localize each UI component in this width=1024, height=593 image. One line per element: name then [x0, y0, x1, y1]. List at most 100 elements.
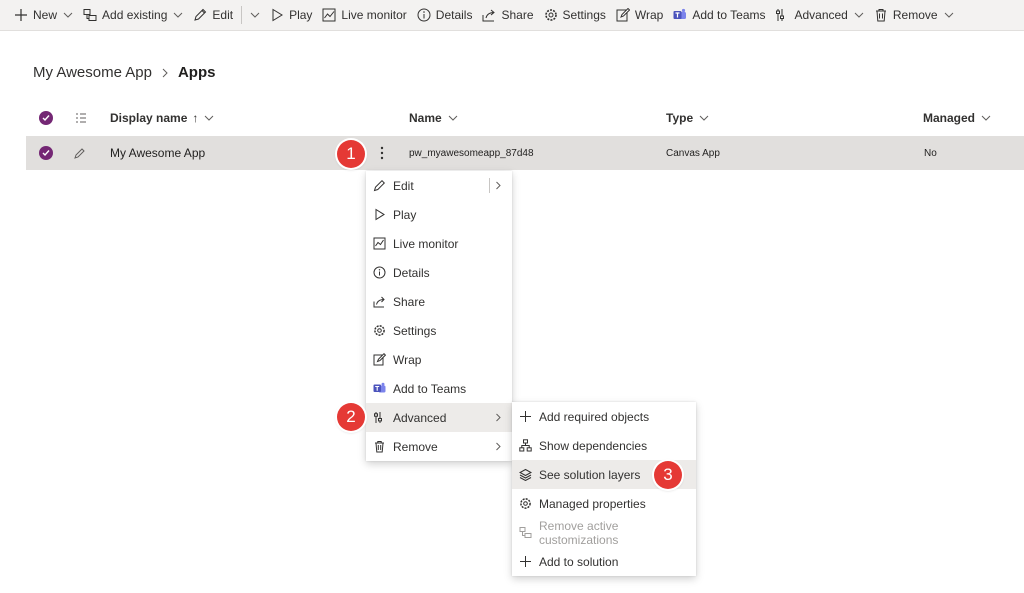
menu-item-label: Play [393, 207, 417, 222]
advanced-label: Advanced [794, 8, 848, 22]
share-button[interactable]: Share [478, 0, 539, 31]
column-label-display-name: Display name [110, 111, 188, 125]
menu-item-wrap[interactable]: Wrap [366, 345, 512, 374]
menu-item-edit[interactable]: Edit [366, 171, 512, 200]
pencil-icon [74, 147, 85, 159]
play-label: Play [289, 8, 313, 22]
chevron-down-icon [699, 115, 709, 121]
submenu-item-add-to-solution[interactable]: Add to solution [512, 547, 696, 576]
info-icon [373, 266, 386, 279]
chevron-down-icon [205, 115, 214, 121]
submenu-item-managed-properties[interactable]: Managed properties [512, 489, 696, 518]
row-more-options-button[interactable] [376, 136, 388, 170]
breadcrumb-parent[interactable]: My Awesome App [33, 64, 152, 81]
share-label: Share [501, 8, 534, 22]
submenu-item-show-dependencies[interactable]: Show dependencies [512, 431, 696, 460]
menu-item-remove[interactable]: Remove [366, 432, 512, 461]
chevron-down-icon [448, 115, 458, 121]
menu-item-add-to-teams[interactable]: Add to Teams [366, 374, 512, 403]
menu-item-live-monitor[interactable]: Live monitor [366, 229, 512, 258]
edit-split-chevron[interactable] [244, 0, 266, 31]
column-header-name[interactable]: Name [409, 102, 458, 134]
wrap-icon [616, 8, 630, 22]
play-icon [272, 8, 284, 22]
column-label-managed: Managed [923, 111, 976, 125]
cell-display-name[interactable]: My Awesome App [110, 136, 205, 170]
chevron-right-icon [496, 413, 501, 422]
live-monitor-button[interactable]: Live monitor [318, 0, 412, 31]
details-button[interactable]: Details [413, 0, 479, 31]
menu-item-label: Details [393, 265, 430, 280]
submenu-item-label: Managed properties [539, 496, 646, 511]
menu-item-play[interactable]: Play [366, 200, 512, 229]
submenu-item-label: Add required objects [539, 409, 650, 424]
wrap-button[interactable]: Wrap [612, 0, 669, 31]
check-icon [39, 111, 53, 125]
list-options-button[interactable] [75, 102, 87, 134]
toolbar-divider [241, 6, 243, 24]
teams-icon [673, 8, 687, 19]
wrap-icon [373, 353, 386, 366]
gear-icon [374, 325, 385, 336]
edit-label: Edit [212, 8, 234, 22]
chevron-down-icon [981, 115, 991, 121]
select-all-checkbox[interactable] [39, 102, 53, 134]
play-button[interactable]: Play [266, 0, 318, 31]
new-button[interactable]: New [10, 0, 79, 31]
chevron-down-icon [63, 12, 73, 18]
plus-icon [15, 9, 27, 21]
menu-item-label: Remove [393, 439, 438, 454]
column-header-display-name[interactable]: Display name ↑ [110, 102, 214, 134]
chevron-right-icon [162, 68, 168, 77]
live-monitor-icon [322, 8, 336, 22]
add-existing-icon [83, 9, 97, 21]
submenu-item-label: Show dependencies [539, 438, 648, 453]
new-label: New [33, 8, 58, 22]
menu-item-label: Add to Teams [393, 381, 467, 396]
add-to-teams-button[interactable]: Add to Teams [669, 0, 771, 31]
edit-button[interactable]: Edit [189, 0, 239, 31]
more-vertical-icon [380, 146, 384, 160]
remove-customizations-icon [519, 527, 532, 538]
remove-label: Remove [892, 8, 938, 22]
add-existing-button[interactable]: Add existing [79, 0, 189, 31]
row-edit-indicator [74, 136, 85, 170]
plus-icon [520, 556, 531, 567]
dependencies-icon [519, 439, 532, 452]
column-header-type[interactable]: Type [666, 102, 709, 134]
menu-item-label: Live monitor [393, 236, 459, 251]
grid-header: Display name ↑ Name Type Managed [26, 102, 1024, 134]
menu-item-label: Settings [393, 323, 437, 338]
menu-item-advanced[interactable]: Advanced [366, 403, 512, 432]
teams-icon [373, 382, 386, 393]
cell-name: pw_myawesomeapp_87d48 [409, 147, 534, 159]
list-icon [76, 113, 86, 123]
submenu-item-remove-active-customizations: Remove active customizations [512, 518, 696, 547]
chevron-down-icon [250, 12, 260, 18]
live-monitor-icon [373, 237, 386, 250]
pencil-icon [373, 179, 386, 192]
share-icon [482, 9, 496, 22]
sort-arrow-icon: ↑ [192, 111, 199, 125]
settings-button[interactable]: Settings [540, 0, 612, 31]
share-icon [373, 296, 385, 308]
step-callout-3: 3 [654, 461, 682, 489]
trash-icon [375, 441, 384, 453]
remove-button[interactable]: Remove [870, 0, 960, 31]
menu-item-settings[interactable]: Settings [366, 316, 512, 345]
column-label-type: Type [666, 111, 694, 125]
gear-icon [520, 498, 531, 509]
menu-item-details[interactable]: Details [366, 258, 512, 287]
table-row[interactable]: My Awesome App pw_myawesomeapp_87d48 Can… [26, 136, 1024, 170]
row-checkbox[interactable] [39, 136, 53, 170]
row-context-menu: Edit Play Live monitor Details Share Set… [366, 171, 512, 461]
advanced-button[interactable]: Advanced [771, 0, 869, 31]
submenu-item-add-required-objects[interactable]: Add required objects [512, 402, 696, 431]
cell-managed: No [924, 147, 937, 159]
layers-icon [519, 468, 532, 481]
menu-item-share[interactable]: Share [366, 287, 512, 316]
chevron-right-icon [496, 181, 501, 190]
column-header-managed[interactable]: Managed [923, 102, 991, 134]
page-title: Apps [177, 64, 216, 81]
advanced-submenu: Add required objects Show dependencies S… [512, 402, 696, 576]
